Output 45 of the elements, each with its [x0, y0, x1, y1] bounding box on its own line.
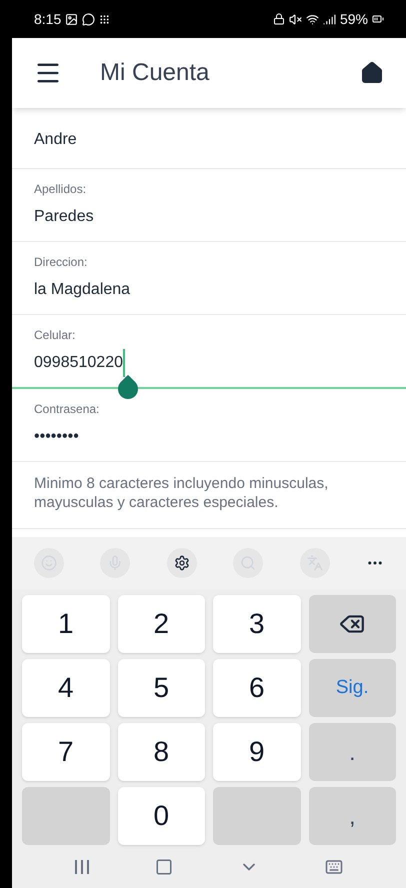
- key[interactable]: 8: [118, 723, 205, 781]
- home-button-icon[interactable]: [155, 858, 173, 876]
- signal-icon: [322, 12, 336, 26]
- clock: 8:15: [34, 10, 62, 28]
- key[interactable]: 6: [213, 659, 300, 717]
- text-cursor-icon: [122, 349, 125, 377]
- key[interactable]: .: [308, 723, 396, 781]
- key[interactable]: 9: [213, 723, 300, 781]
- form-field[interactable]: Apellidos: Paredes: [12, 169, 406, 242]
- page-title: Mi Cuenta: [100, 58, 210, 88]
- key[interactable]: 3: [213, 595, 300, 653]
- backspace-key[interactable]: [308, 595, 396, 653]
- mute-icon: [288, 12, 302, 26]
- recent-apps-icon[interactable]: [75, 860, 89, 874]
- home-icon[interactable]: [360, 61, 384, 85]
- battery-icon: [372, 13, 384, 25]
- key[interactable]: 4: [22, 659, 110, 717]
- key[interactable]: 2: [118, 595, 205, 653]
- key[interactable]: ,: [308, 787, 396, 845]
- key[interactable]: 5: [118, 659, 205, 717]
- settings-icon: [174, 555, 190, 571]
- chat-icon: [82, 12, 96, 26]
- key[interactable]: 7: [22, 723, 110, 781]
- input-field[interactable]: Paredes: [34, 201, 384, 233]
- grid-icon: [99, 14, 110, 24]
- settings-button[interactable]: [166, 548, 197, 578]
- form-field[interactable]: Direccion: la Magdalena: [12, 242, 406, 315]
- input-field[interactable]: 0998510220: [34, 347, 123, 379]
- key[interactable]: 1: [22, 595, 110, 653]
- lock-icon: [272, 13, 285, 25]
- input-field[interactable]: la Magdalena: [34, 274, 384, 306]
- field-label: Apellidos:: [34, 181, 88, 197]
- input-field[interactable]: ••••••••: [34, 421, 384, 453]
- battery-level: 59%: [340, 10, 368, 28]
- form-field[interactable]: Contrasena: ••••••••: [12, 389, 406, 462]
- form-field[interactable]: Andre: [12, 112, 406, 169]
- field-label: Direccion:: [34, 254, 88, 270]
- field-label: Contrasena:: [34, 401, 100, 417]
- wifi-icon: [306, 12, 319, 26]
- field-label: Celular:: [34, 327, 76, 343]
- password-hint: Minimo 8 caracteres incluyendo minusculas, mayusculas y caracteres especiales.: [34, 474, 330, 512]
- image-icon: [65, 12, 78, 26]
- key[interactable]: 0: [118, 787, 205, 845]
- input-field[interactable]: Andre: [34, 124, 384, 156]
- keyboard-icon[interactable]: [325, 858, 343, 876]
